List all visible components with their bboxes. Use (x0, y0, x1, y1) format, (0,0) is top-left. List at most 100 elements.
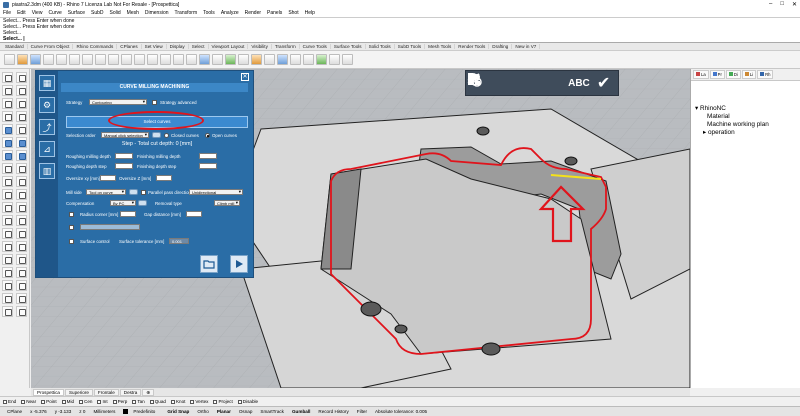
tab-properties[interactable]: Pr (709, 70, 725, 79)
tab-display[interactable]: Display (167, 44, 189, 49)
paste-icon[interactable] (95, 54, 106, 65)
osnap-vertex[interactable]: Vertex (190, 399, 208, 404)
osnap-point[interactable]: Point (41, 399, 57, 404)
mesh-tool-icon[interactable] (2, 163, 13, 174)
tool-settings-icon[interactable]: ⚙ (39, 97, 55, 113)
selection-order-button[interactable] (152, 132, 161, 138)
option-checkbox[interactable] (69, 225, 74, 230)
compensation-button[interactable] (138, 200, 147, 206)
minimize-button[interactable]: – (769, 1, 772, 8)
open-curves-radio[interactable] (205, 133, 210, 138)
surface-control-checkbox[interactable] (69, 239, 74, 244)
parallel-pass-checkbox[interactable] (141, 190, 146, 195)
menu-curve[interactable]: Curve (48, 10, 61, 16)
point-tool-icon[interactable] (16, 72, 27, 83)
trim-tool-icon[interactable] (2, 189, 13, 200)
finishing-milling-depth-input[interactable] (199, 153, 217, 159)
cplane-label[interactable]: CPlane (3, 409, 26, 414)
tab-rhinonc[interactable]: Rh (757, 70, 774, 79)
menu-panels[interactable]: Panels (267, 10, 282, 16)
compensation-select[interactable]: By PC (110, 200, 136, 206)
tab-curve-tools[interactable]: Curve Tools (300, 44, 331, 49)
tab-visibility[interactable]: Visibility (248, 44, 272, 49)
sphere-tool-icon[interactable] (16, 150, 27, 161)
parallel-pass-select[interactable]: Unidirectional (189, 189, 243, 195)
tab-drafting[interactable]: Drafting (489, 44, 513, 49)
osnap-perp[interactable]: Perp (112, 399, 127, 404)
menu-solid[interactable]: Solid (110, 10, 121, 16)
tab-select[interactable]: Select (189, 44, 209, 49)
close-window-button[interactable]: ✕ (792, 1, 797, 8)
toggle-smarttrack[interactable]: SmartTrack (256, 409, 288, 414)
tab-transform[interactable]: Transform (272, 44, 300, 49)
menu-mesh[interactable]: Mesh (127, 10, 139, 16)
oversize-z-input[interactable] (156, 175, 172, 181)
render-icon[interactable] (277, 54, 288, 65)
curve-toolpath-icon[interactable]: ⤴ (39, 119, 55, 135)
simulation-icon[interactable] (468, 72, 541, 94)
select-icon[interactable] (264, 54, 275, 65)
menu-dimension[interactable]: Dimension (145, 10, 169, 16)
tab-new-in-v7[interactable]: New in V7 (512, 44, 541, 49)
tab-solid-tools[interactable]: Solid Tools (366, 44, 395, 49)
osnap-tan[interactable]: Tan (132, 399, 145, 404)
zoom-extents-icon[interactable] (173, 54, 184, 65)
menu-analyze[interactable]: Analyze (221, 10, 239, 16)
circle-tool-icon[interactable] (2, 98, 13, 109)
tab-prospettica[interactable]: Prospettica (33, 388, 64, 396)
gap-distance-input[interactable] (186, 211, 202, 217)
closed-curves-radio[interactable] (164, 133, 169, 138)
tab-viewport-layout[interactable]: Viewport Layout (209, 44, 249, 49)
tab-layers[interactable]: La (693, 70, 709, 79)
toggle-gumball[interactable]: Gumball (288, 409, 314, 414)
confirm-check-button[interactable]: ✔ (593, 72, 615, 94)
tab-mesh-tools[interactable]: Mesh Tools (425, 44, 456, 49)
maximize-button[interactable]: □ (780, 1, 784, 8)
tab-curve-from-object[interactable]: Curve From Object (28, 44, 74, 49)
split-tool-icon[interactable] (16, 189, 27, 200)
osnap-int[interactable]: Int (97, 399, 108, 404)
osnap-knot[interactable]: Knot (170, 399, 185, 404)
finishing-depth-step-input[interactable] (199, 163, 217, 169)
zoom-icon[interactable] (147, 54, 158, 65)
print-icon[interactable] (43, 54, 54, 65)
dimension-tool-icon[interactable] (2, 254, 13, 265)
menu-help[interactable]: Help (305, 10, 315, 16)
tab-render-tools[interactable]: Render Tools (455, 44, 490, 49)
new-file-icon[interactable] (4, 54, 15, 65)
osnap-quad[interactable]: Quad (149, 399, 166, 404)
text-tool-icon[interactable] (16, 254, 27, 265)
mill-side-button[interactable] (129, 189, 138, 195)
menu-edit[interactable]: Edit (17, 10, 26, 16)
tree-item-material[interactable]: Material (695, 113, 769, 121)
tree-item-operation[interactable]: ▸ operation (695, 129, 769, 137)
osnap-disable[interactable]: Disable (237, 399, 258, 404)
save-icon[interactable] (30, 54, 41, 65)
rotate-view-icon[interactable] (134, 54, 145, 65)
box-tool-icon[interactable] (2, 150, 13, 161)
roughing-milling-depth-input[interactable] (115, 153, 133, 159)
osnap-mid[interactable]: Mid (61, 399, 74, 404)
command-prompt-input[interactable]: Select... | (3, 36, 800, 42)
four-views-icon[interactable] (199, 54, 210, 65)
grasshopper-icon[interactable] (329, 54, 340, 65)
selection-order-select[interactable]: Manual click selection (101, 132, 149, 138)
tree-item-machine-working-plan[interactable]: Machine working plan (695, 121, 769, 129)
tab-subd-tools[interactable]: SubD Tools (395, 44, 426, 49)
block-tool-icon[interactable] (16, 267, 27, 278)
scale-tool-icon[interactable] (16, 228, 27, 239)
zoom-selected-icon[interactable] (186, 54, 197, 65)
fillet-tool-icon[interactable] (2, 176, 13, 187)
add-viewport-tab-button[interactable]: ⊕ (142, 388, 155, 396)
copy-icon[interactable] (82, 54, 93, 65)
tab-libraries[interactable]: Li (741, 70, 757, 79)
select-tool-icon[interactable] (2, 72, 13, 83)
surface-tool-icon[interactable] (2, 137, 13, 148)
osnap-end[interactable]: End (3, 399, 16, 404)
panel-close-button[interactable]: ✕ (241, 73, 249, 81)
properties-icon[interactable] (56, 54, 67, 65)
explode-tool-icon[interactable] (16, 202, 27, 213)
menu-file[interactable]: File (3, 10, 11, 16)
osnap-project[interactable]: Project (213, 399, 233, 404)
radius-corner-input[interactable] (120, 211, 136, 217)
